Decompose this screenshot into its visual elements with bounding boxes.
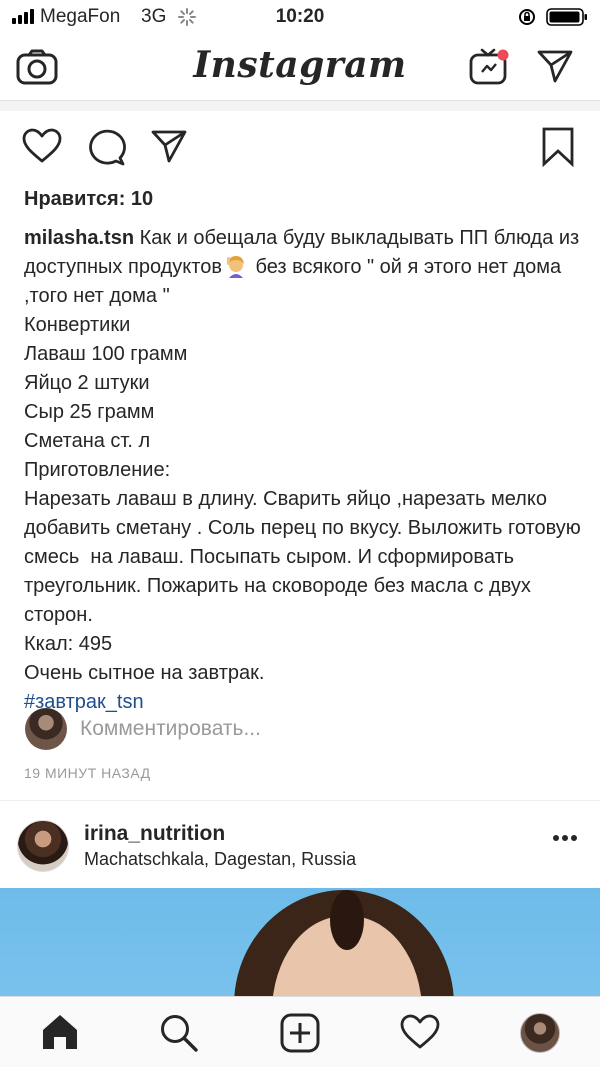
next-post-username[interactable]: irina_nutrition [84,822,225,846]
caption-line: Нарезать лаваш в длину. Сварить яйцо ,на… [24,488,587,626]
profile-avatar[interactable] [520,1013,560,1053]
caption-line: Приготовление: [24,459,171,481]
bottom-tab-bar [0,996,600,1067]
caption-line: Сметана ст. л [24,430,151,452]
status-time: 10:20 [275,6,325,27]
caption-line: Конвертики [24,314,131,336]
search-icon[interactable] [159,1013,199,1053]
caption-lines: Конвертики Лаваш 100 грамм Яйцо 2 штуки Сыр… [24,311,584,688]
comment-input[interactable] [80,714,560,744]
caption-line: Сыр 25 грамм [24,401,155,423]
add-post-icon[interactable] [280,1013,320,1053]
caption-line: Очень сытное на завтрак. [24,662,265,684]
likes-count[interactable]: Нравится: 10 [24,188,153,211]
status-bar: MegaFon 3G 10:20 [0,0,600,34]
person-raising-hand-emoji-icon [226,256,244,278]
next-post-photo[interactable] [0,888,600,996]
header-divider [0,100,600,111]
battery-icon [546,8,587,26]
bookmark-icon[interactable] [541,127,575,167]
instagram-logo: Instagram [193,44,407,86]
caption-username[interactable]: milasha.tsn [24,227,134,249]
home-icon[interactable] [40,1013,80,1051]
caption-line: Яйцо 2 штуки [24,372,150,394]
post-timestamp: 19 МИНУТ НАЗАД [24,765,151,781]
direct-send-icon[interactable] [536,48,574,84]
heart-icon[interactable] [400,1014,440,1050]
current-user-avatar [25,708,67,750]
next-post-location[interactable]: Machatschkala, Dagestan, Russia [84,849,356,870]
igtv-icon[interactable] [468,46,510,86]
comment-bubble-icon[interactable] [86,128,126,166]
rotation-lock-icon [519,9,535,25]
next-post-avatar[interactable] [17,820,69,872]
post-caption: milasha.tsn Как и обещала буду выкладыва… [24,224,584,717]
top-nav: Instagram [0,34,600,100]
caption-line: Лаваш 100 грамм [24,343,188,365]
caption-line: Ккал: 495 [24,633,113,655]
share-send-icon[interactable] [150,128,188,164]
post-divider [0,800,600,801]
like-heart-icon[interactable] [22,128,62,164]
more-options-icon[interactable] [552,834,578,842]
